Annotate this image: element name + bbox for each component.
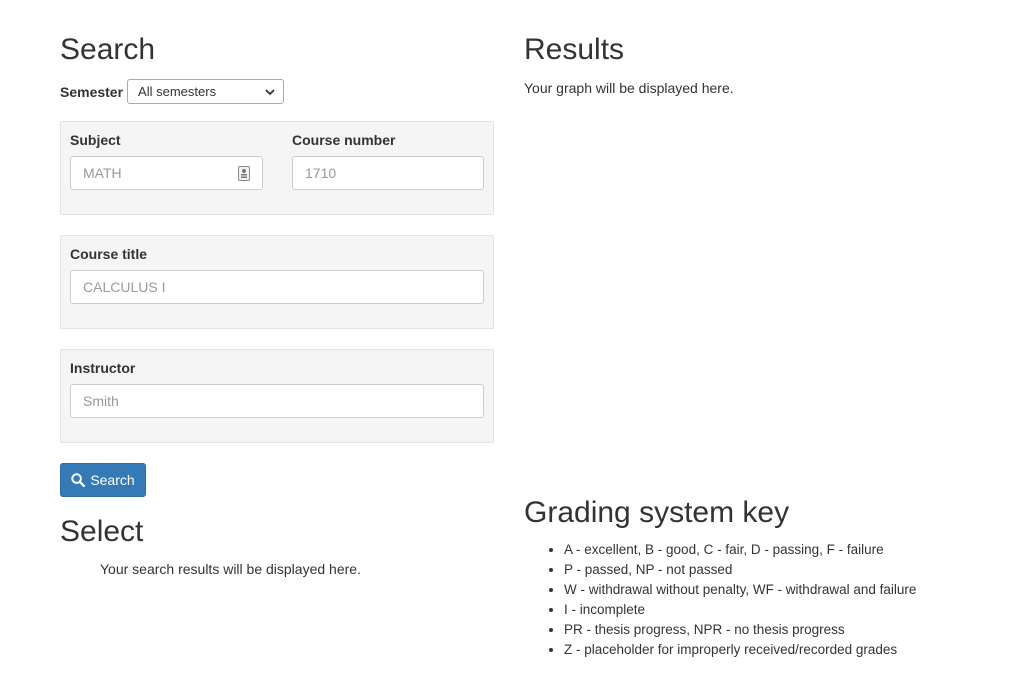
list-item: I - incomplete [564, 600, 916, 620]
course-number-input[interactable]: 1710 [292, 156, 484, 190]
list-item: P - passed, NP - not passed [564, 560, 916, 580]
instructor-label: Instructor [70, 360, 136, 376]
select-message: Your search results will be displayed he… [100, 561, 361, 577]
list-item: W - withdrawal without penalty, WF - wit… [564, 580, 916, 600]
semester-label: Semester [60, 83, 124, 100]
subject-input[interactable]: MATH [70, 156, 263, 190]
course-title-well: Course title CALCULUS I [60, 235, 494, 329]
course-number-placeholder: 1710 [305, 165, 337, 181]
subject-course-well: Subject MATH Course number 1710 [60, 121, 494, 215]
list-item: A - excellent, B - good, C - fair, D - p… [564, 540, 916, 560]
semester-select[interactable]: All semesters [127, 79, 285, 104]
course-number-label: Course number [292, 132, 396, 148]
course-title-label: Course title [70, 246, 148, 262]
instructor-input[interactable]: Smith [70, 384, 484, 418]
search-icon [71, 473, 86, 487]
results-heading: Results [524, 33, 625, 66]
chevron-down-icon [265, 88, 275, 95]
instructor-well: Instructor Smith [60, 349, 494, 443]
instructor-placeholder: Smith [83, 393, 119, 409]
grading-key-heading: Grading system key [524, 496, 790, 529]
course-title-placeholder: CALCULUS I [83, 279, 166, 295]
search-button-label: Search [90, 472, 135, 488]
search-heading: Search [60, 33, 156, 66]
semester-row: Semester All semesters [60, 79, 285, 104]
subject-placeholder: MATH [83, 165, 122, 181]
search-button[interactable]: Search [60, 463, 146, 497]
grading-key-list: A - excellent, B - good, C - fair, D - p… [524, 540, 916, 660]
contact-card-icon [238, 165, 250, 181]
course-title-input[interactable]: CALCULUS I [70, 270, 484, 304]
list-item: PR - thesis progress, NPR - no thesis pr… [564, 620, 916, 640]
results-message: Your graph will be displayed here. [524, 80, 734, 96]
list-item: Z - placeholder for improperly received/… [564, 640, 916, 660]
semester-selected-value: All semesters [138, 84, 217, 99]
subject-label: Subject [70, 132, 121, 148]
select-heading: Select [60, 515, 144, 548]
